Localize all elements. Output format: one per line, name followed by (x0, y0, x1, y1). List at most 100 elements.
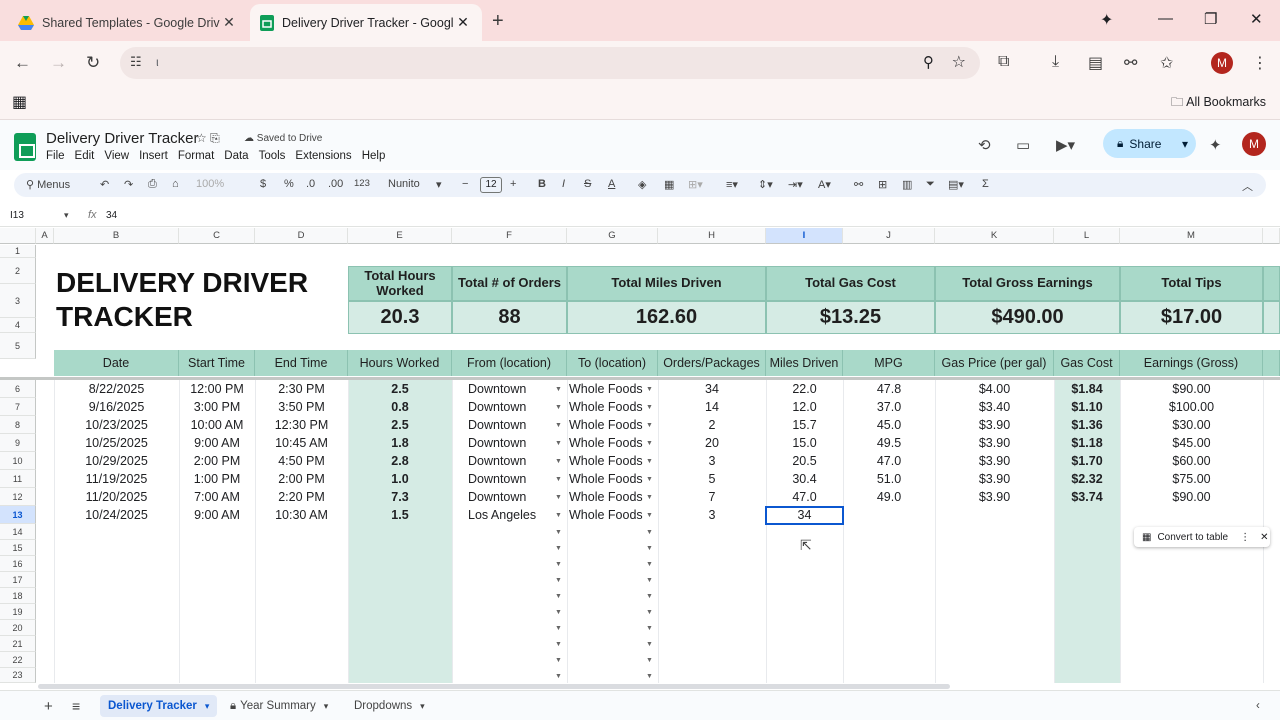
cell-to-location[interactable]: Whole Foods (567, 488, 658, 506)
cell-gas-price[interactable]: $3.90 (935, 434, 1054, 452)
dropdown-chevron-icon[interactable]: ▼ (555, 609, 562, 616)
dropdown-chevron-icon[interactable]: ▼ (555, 404, 562, 411)
cell-to-location[interactable]: Whole Foods (567, 398, 658, 416)
cell-gas-cost[interactable]: $1.10 (1054, 398, 1120, 416)
cell-mpg[interactable]: 49.5 (843, 434, 935, 452)
cell-hours-worked[interactable]: 1.5 (348, 506, 452, 524)
dropdown-chevron-icon[interactable]: ▼ (646, 529, 653, 536)
dropdown-chevron-icon[interactable]: ▼ (555, 657, 562, 664)
row-header-7[interactable]: 7 (0, 398, 36, 416)
row-header-19[interactable]: 19 (0, 604, 36, 620)
redo-icon[interactable]: ↷ (124, 178, 133, 191)
cell-end-time[interactable]: 2:20 PM (255, 488, 348, 506)
name-box[interactable]: I13 (10, 210, 24, 221)
sheet-tab-year-summary[interactable]: 🔒︎ Year Summary ▾ (222, 695, 336, 717)
cell-date[interactable]: 8/22/2025 (54, 380, 179, 398)
filter-icon[interactable]: ⏷ (926, 178, 935, 191)
chevron-down-icon[interactable]: ▾ (436, 178, 442, 191)
favorites-icon[interactable]: ✩ (1160, 53, 1173, 73)
menu-data[interactable]: Data (224, 150, 248, 162)
close-icon[interactable]: ✕ (1260, 532, 1268, 543)
cell-earnings[interactable]: $90.00 (1120, 488, 1263, 506)
cell-hours-worked[interactable]: 2.5 (348, 380, 452, 398)
star-icon[interactable]: ☆ ⎘ (196, 131, 220, 146)
dropdown-chevron-icon[interactable]: ▼ (555, 673, 562, 680)
cell-orders[interactable]: 3 (658, 506, 766, 524)
row-header-4[interactable]: 4 (0, 318, 36, 333)
site-info-icon[interactable]: ☷ (130, 54, 142, 70)
vertical-align-icon[interactable]: ⇕▾ (758, 178, 773, 191)
chevron-down-icon[interactable]: ▾ (420, 701, 425, 712)
functions-button[interactable]: Σ (982, 178, 989, 190)
collapse-sidebar-icon[interactable]: ‹ (1248, 695, 1268, 717)
account-avatar[interactable]: M (1242, 132, 1266, 156)
cell-from-location[interactable]: Downtown (452, 416, 567, 434)
chevron-down-icon[interactable]: ▾ (1182, 137, 1188, 151)
dropdown-chevron-icon[interactable]: ▼ (646, 625, 653, 632)
dropdown-chevron-icon[interactable]: ▼ (555, 545, 562, 552)
column-header-h[interactable]: H (658, 228, 766, 244)
add-sheet-icon[interactable]: + (36, 695, 61, 717)
gemini-icon[interactable]: ✦ (1209, 136, 1222, 154)
meet-icon[interactable]: ▶▾ (1056, 136, 1075, 154)
cell-to-location[interactable]: Whole Foods (567, 434, 658, 452)
all-bookmarks[interactable]: 🗀 All Bookmarks (1171, 93, 1266, 114)
cell-mpg[interactable]: 47.8 (843, 380, 935, 398)
dropdown-chevron-icon[interactable]: ▼ (646, 512, 653, 519)
cell-gas-price[interactable]: $3.90 (935, 416, 1054, 434)
dropdown-chevron-icon[interactable]: ▼ (646, 593, 653, 600)
paint-format-icon[interactable]: ⌂ (172, 178, 179, 190)
row-header-16[interactable]: 16 (0, 556, 36, 572)
row-header-22[interactable]: 22 (0, 652, 36, 668)
percent-format-button[interactable]: % (284, 178, 294, 190)
column-header-m[interactable]: M (1120, 228, 1263, 244)
column-header-l[interactable]: L (1054, 228, 1120, 244)
dropdown-chevron-icon[interactable]: ▼ (646, 657, 653, 664)
cell-miles-driven[interactable]: 12.0 (766, 398, 843, 416)
link-icon[interactable]: ⚯ (1124, 53, 1137, 73)
menu-view[interactable]: View (104, 150, 129, 162)
filter-views-icon[interactable]: ▤▾ (948, 178, 964, 191)
row-header-2[interactable]: 2 (0, 258, 36, 284)
chevron-up-icon[interactable]: ︿ (1242, 178, 1253, 194)
dropdown-chevron-icon[interactable]: ▼ (646, 386, 653, 393)
row-header-1[interactable]: 1 (0, 245, 36, 258)
cell-gas-price[interactable]: $4.00 (935, 380, 1054, 398)
cell-orders[interactable]: 34 (658, 380, 766, 398)
menu-edit[interactable]: Edit (75, 150, 95, 162)
cell-from-location[interactable]: Downtown (452, 380, 567, 398)
column-header-e[interactable]: E (348, 228, 452, 244)
cell-miles-driven[interactable]: 15.7 (766, 416, 843, 434)
browser-tab-shared-templates[interactable]: Shared Templates - Google Driv ✕ (8, 4, 248, 41)
cell-end-time[interactable]: 2:30 PM (255, 380, 348, 398)
dropdown-chevron-icon[interactable]: ▼ (646, 561, 653, 568)
cell-date[interactable]: 11/19/2025 (54, 470, 179, 488)
dropdown-chevron-icon[interactable]: ▼ (646, 440, 653, 447)
dropdown-chevron-icon[interactable]: ▼ (646, 577, 653, 584)
cell-end-time[interactable]: 10:30 AM (255, 506, 348, 524)
row-header-17[interactable]: 17 (0, 572, 36, 588)
cell-to-location[interactable]: Whole Foods (567, 380, 658, 398)
cell-start-time[interactable]: 9:00 AM (179, 506, 255, 524)
cell-end-time[interactable]: 3:50 PM (255, 398, 348, 416)
decrease-font-size-button[interactable]: − (462, 178, 468, 190)
row-header-8[interactable]: 8 (0, 416, 36, 434)
dropdown-chevron-icon[interactable]: ▼ (646, 422, 653, 429)
column-header-f[interactable]: F (452, 228, 567, 244)
cell-gas-price[interactable]: $3.40 (935, 398, 1054, 416)
extensions-icon[interactable]: ⧉ (998, 53, 1009, 71)
sheet-tab-dropdowns[interactable]: Dropdowns ▾ (346, 695, 433, 717)
cell-start-time[interactable]: 10:00 AM (179, 416, 255, 434)
window-close-icon[interactable]: ✕ (1250, 10, 1263, 28)
cell-gas-price[interactable]: $3.90 (935, 452, 1054, 470)
column-header-c[interactable]: C (179, 228, 255, 244)
dropdown-chevron-icon[interactable]: ▼ (555, 494, 562, 501)
decrease-decimal-button[interactable]: .0 (306, 178, 315, 190)
row-header-10[interactable]: 10 (0, 452, 36, 470)
cell-to-location[interactable]: Whole Foods (567, 506, 658, 524)
reading-mode-icon[interactable]: ▤ (1088, 53, 1103, 73)
cell-earnings[interactable] (1120, 506, 1263, 524)
text-color-button[interactable]: A (608, 178, 615, 190)
cell-end-time[interactable]: 2:00 PM (255, 470, 348, 488)
new-tab-icon[interactable]: + (492, 10, 504, 33)
